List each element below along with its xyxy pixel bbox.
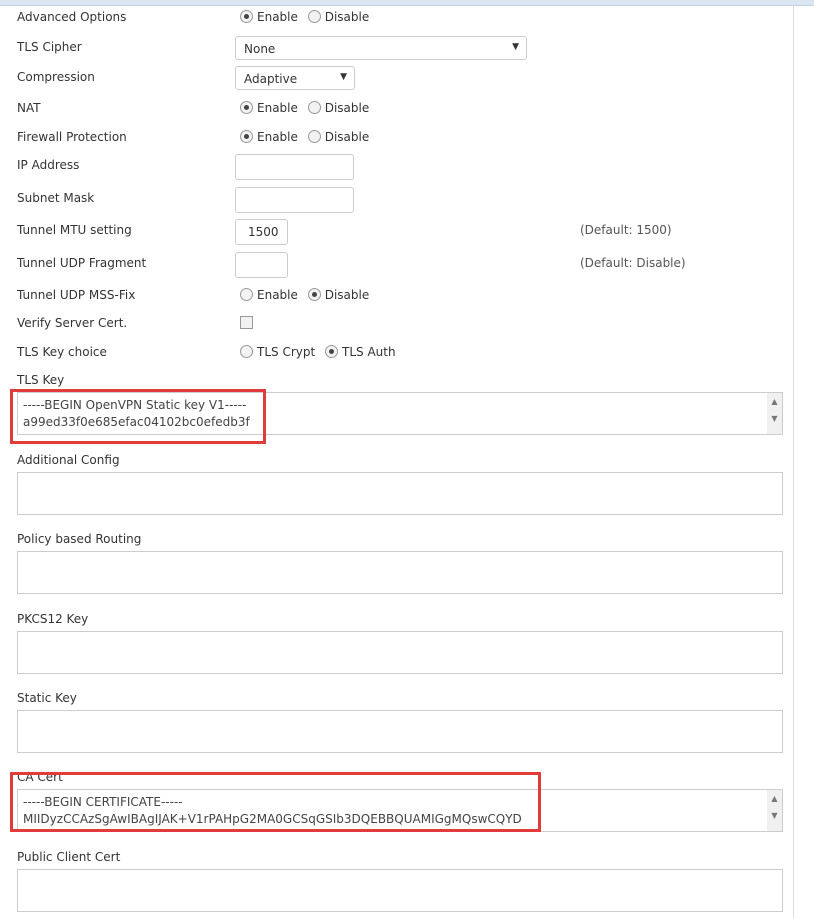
static-key-label: Static Key [17,691,77,705]
firewall-radio-group: Enable Disable [240,130,375,144]
nat-enable-radio[interactable] [240,101,253,114]
policy-routing-label: Policy based Routing [17,532,142,546]
public-client-cert-textarea[interactable] [17,869,783,912]
top-bar [0,0,814,6]
tls-crypt-radio[interactable] [240,345,253,358]
subnet-mask-input[interactable] [235,187,354,213]
verify-cert-label: Verify Server Cert. [17,316,128,330]
scrollbar[interactable]: ▲ ▼ [767,393,782,434]
tls-cipher-select[interactable]: None ▼ [235,36,527,60]
advanced-options-label: Advanced Options [17,10,127,24]
policy-routing-textarea[interactable] [17,551,783,594]
static-key-textarea[interactable] [17,710,783,753]
verify-cert-checkbox[interactable] [240,316,253,329]
udp-fragment-label: Tunnel UDP Fragment [17,256,147,270]
tls-key-choice-radio-group: TLS Crypt TLS Auth [240,345,402,359]
additional-config-label: Additional Config [17,453,120,467]
tls-auth-radio[interactable] [325,345,339,358]
highlight-box-tls-key [10,389,266,444]
tls-key-label: TLS Key [17,373,65,387]
pkcs12-textarea[interactable] [17,631,783,674]
panel-border [793,6,794,918]
advanced-enable-radio[interactable] [240,10,253,23]
nat-label: NAT [17,101,41,115]
ip-address-label: IP Address [17,158,80,172]
firewall-enable-radio[interactable] [240,130,253,143]
pkcs12-label: PKCS12 Key [17,612,89,626]
mss-fix-label: Tunnel UDP MSS-Fix [17,288,136,302]
nat-disable-radio[interactable] [307,101,321,114]
tls-cipher-label: TLS Cipher [17,40,82,54]
chevron-down-icon: ▼ [340,72,347,82]
advanced-disable-radio[interactable] [307,10,321,23]
mss-fix-radio-group: Enable Disable [240,288,375,302]
compression-label: Compression [17,70,95,84]
tls-key-choice-label: TLS Key choice [17,345,107,359]
subnet-mask-label: Subnet Mask [17,191,95,205]
advanced-options-radio-group: Enable Disable [240,10,375,24]
tunnel-mtu-hint: (Default: 1500) [580,223,672,237]
firewall-label: Firewall Protection [17,130,127,144]
additional-config-textarea[interactable] [17,472,783,515]
ip-address-input[interactable] [235,154,354,180]
nat-radio-group: Enable Disable [240,101,375,115]
mss-disable-radio[interactable] [307,288,321,301]
highlight-box-ca-cert [10,772,541,832]
chevron-down-icon: ▼ [512,42,519,52]
compression-select[interactable]: Adaptive ▼ [235,66,355,90]
tunnel-mtu-input[interactable]: 1500 [235,219,288,245]
scrollbar[interactable]: ▲ ▼ [767,790,782,831]
udp-fragment-input[interactable] [235,252,288,278]
udp-fragment-hint: (Default: Disable) [580,256,686,270]
firewall-disable-radio[interactable] [307,130,321,143]
tunnel-mtu-label: Tunnel MTU setting [17,223,132,237]
mss-enable-radio[interactable] [240,288,253,301]
public-client-cert-label: Public Client Cert [17,850,121,864]
